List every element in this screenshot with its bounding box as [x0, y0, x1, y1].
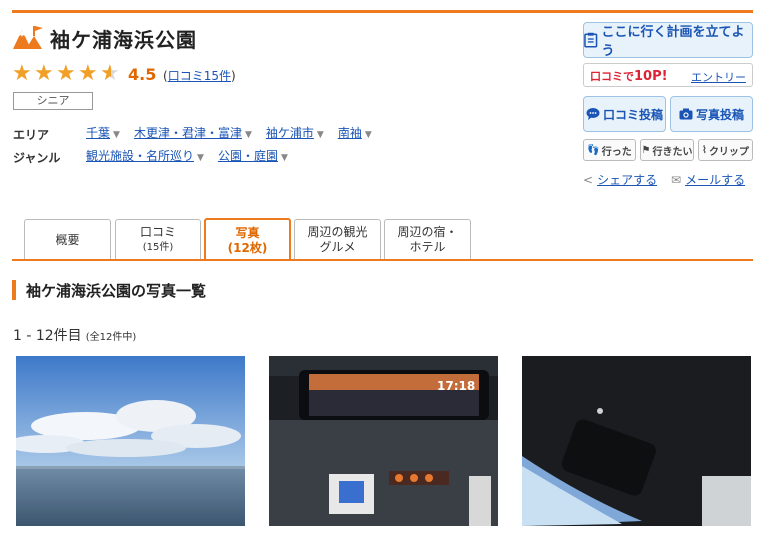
- chat-bubble-icon: [586, 108, 600, 120]
- caret-down-icon[interactable]: ▼: [113, 130, 120, 140]
- caret-down-icon[interactable]: ▼: [365, 130, 372, 140]
- reviews-link-text[interactable]: 口コミ15件: [168, 69, 231, 83]
- tab-overview[interactable]: 概要: [24, 219, 111, 260]
- tab-photos-count: (12枚): [227, 240, 268, 255]
- tab-reviews-label: 口コミ: [139, 225, 176, 239]
- caret-down-icon[interactable]: ▼: [317, 130, 324, 140]
- review-points-label: 口コミで10P!: [590, 69, 668, 84]
- tab-reviews-count: (15件): [142, 242, 174, 253]
- result-range: 1 - 12件目: [13, 328, 82, 344]
- reviews-count-link[interactable]: (口コミ15件): [163, 67, 236, 84]
- tab-nearby-hotels-label: 周辺の宿・: [397, 225, 458, 239]
- camera-icon: [679, 108, 693, 120]
- photo-thumbnail-car-mirror[interactable]: [522, 356, 751, 526]
- area-label: エリア: [13, 128, 50, 142]
- post-review-button[interactable]: 口コミ投稿: [583, 96, 666, 132]
- section-heading: 袖ケ浦海浜公園の写真一覧: [12, 280, 206, 300]
- genre-label: ジャンル: [13, 151, 61, 165]
- star-icon: ★: [12, 61, 32, 86]
- area-link-nanso[interactable]: 南袖: [338, 126, 362, 140]
- tab-nearby-hotels[interactable]: 周辺の宿・ ホテル: [384, 219, 471, 260]
- review-points-banner: 口コミで10P! エントリー: [583, 63, 753, 87]
- clip-button[interactable]: ⌇ クリップ: [698, 139, 753, 161]
- post-photo-label: 写真投稿: [695, 107, 744, 122]
- went-label: 行った: [601, 146, 632, 158]
- clipboard-icon: [584, 32, 598, 48]
- want-to-go-label: 行きたい: [652, 146, 693, 158]
- area-link-sodegaura[interactable]: 袖ケ浦市: [266, 126, 314, 140]
- paperclip-icon: ⌇: [702, 144, 707, 156]
- tab-reviews[interactable]: 口コミ (15件): [115, 219, 201, 260]
- post-review-label: 口コミ投稿: [602, 107, 663, 122]
- plan-button-label: ここに行く計画を立てよう: [601, 25, 745, 59]
- page-title: 袖ケ浦海浜公園: [50, 28, 197, 52]
- svg-text:17:18: 17:18: [437, 379, 475, 393]
- section-heading-text: 袖ケ浦海浜公園の写真一覧: [26, 281, 207, 300]
- area-links: 千葉 ▼ 木更津・君津・富津 ▼ 袖ケ浦市 ▼ 南袖 ▼: [86, 124, 372, 141]
- star-icon: ★: [56, 61, 76, 86]
- genre-link-park[interactable]: 公園・庭園: [218, 149, 278, 163]
- mail-link[interactable]: ✉ メールする: [671, 171, 745, 188]
- tab-photos[interactable]: 写真 (12枚): [204, 218, 291, 261]
- want-to-go-button[interactable]: ⚑ 行きたい: [640, 139, 694, 161]
- tab-underline: [12, 259, 753, 261]
- caret-down-icon[interactable]: ▼: [281, 153, 288, 163]
- share-link[interactable]: < シェアする: [583, 171, 657, 188]
- caret-down-icon[interactable]: ▼: [197, 153, 204, 163]
- tab-nearby-sights-label: 周辺の観光: [307, 225, 368, 239]
- share-icon: <: [583, 172, 594, 187]
- share-link-text[interactable]: シェアする: [597, 171, 657, 188]
- genre-links: 観光施設・名所巡り ▼ 公園・庭園 ▼: [86, 147, 288, 164]
- mountain-logo-icon: [13, 26, 43, 49]
- tab-overview-label: 概要: [55, 232, 80, 247]
- photo-thumbnail-sea[interactable]: [16, 356, 245, 526]
- caret-down-icon[interactable]: ▼: [245, 130, 252, 140]
- genre-link-sightseeing[interactable]: 観光施設・名所巡り: [86, 149, 194, 163]
- area-link-kisarazu[interactable]: 木更津・君津・富津: [134, 126, 242, 140]
- header-rule: [12, 10, 753, 13]
- mail-icon: ✉: [671, 172, 682, 187]
- plan-button[interactable]: ここに行く計画を立てよう: [583, 22, 753, 59]
- star-icon: ★: [78, 61, 98, 86]
- result-count: 1 - 12件目 (全12件中): [13, 325, 136, 345]
- audience-tag: シニア: [13, 92, 93, 110]
- clip-label: クリップ: [708, 146, 749, 158]
- photo-thumbnail-dashcam[interactable]: 17:18: [269, 356, 498, 526]
- tab-photos-label: 写真: [235, 225, 260, 240]
- star-icon: ★: [34, 61, 54, 86]
- mail-link-text[interactable]: メールする: [685, 171, 745, 188]
- tab-nearby-sights[interactable]: 周辺の観光 グルメ: [294, 219, 381, 260]
- area-link-chiba[interactable]: 千葉: [86, 126, 110, 140]
- flag-icon: ⚑: [641, 144, 651, 156]
- rating-stars: ★ ★ ★ ★ ★: [12, 62, 122, 86]
- entry-link[interactable]: エントリー: [691, 69, 746, 85]
- tab-nearby-hotels-sub: ホテル: [409, 240, 446, 254]
- went-button[interactable]: 👣 行った: [583, 139, 636, 161]
- tab-nearby-sights-sub: グルメ: [319, 240, 356, 254]
- result-total: (全12件中): [85, 332, 137, 343]
- footprints-icon: 👣: [587, 144, 600, 156]
- heading-accent-bar: [12, 280, 16, 300]
- rating-value: 4.5: [128, 65, 157, 84]
- post-photo-button[interactable]: 写真投稿: [670, 96, 753, 132]
- half-star-icon: ★: [100, 62, 122, 86]
